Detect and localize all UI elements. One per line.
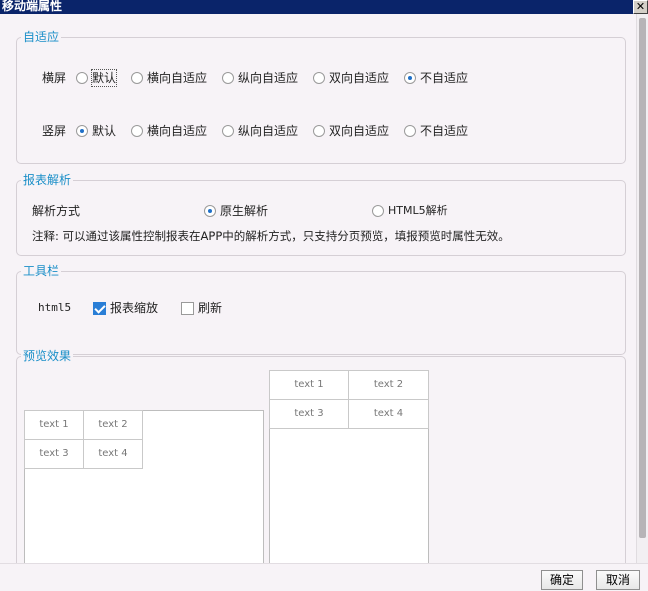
option-label: HTML5解析 bbox=[388, 204, 448, 217]
option-label: 双向自适应 bbox=[329, 71, 390, 85]
radio-circle bbox=[222, 72, 234, 84]
landscape-option-horizontal[interactable]: 横向自适应 bbox=[131, 70, 207, 86]
option-label: 纵向自适应 bbox=[238, 124, 299, 138]
refresh-label: 刷新 bbox=[198, 301, 223, 315]
zoom-checkbox-option[interactable]: 报表缩放 bbox=[93, 300, 158, 316]
radio-circle-selected bbox=[204, 205, 216, 217]
refresh-checkbox-option[interactable]: 刷新 bbox=[181, 300, 222, 316]
preview-cell: text 3 bbox=[269, 399, 349, 429]
radio-circle bbox=[131, 125, 143, 137]
portrait-label: 竖屏 bbox=[42, 124, 67, 138]
zoom-label: 报表缩放 bbox=[110, 301, 159, 315]
option-label: 默认 bbox=[90, 69, 118, 87]
adaptive-group: 自适应 bbox=[16, 29, 626, 164]
checkbox-icon bbox=[181, 301, 194, 315]
portrait-option-none[interactable]: 不自适应 bbox=[404, 123, 468, 139]
parse-method-label: 解析方式 bbox=[32, 204, 81, 218]
option-label: 横向自适应 bbox=[147, 124, 208, 138]
parse-group-title: 报表解析 bbox=[21, 172, 74, 188]
scrollbar-thumb[interactable] bbox=[639, 18, 646, 538]
preview-cell: text 4 bbox=[83, 439, 143, 469]
parse-option-native[interactable]: 原生解析 bbox=[204, 203, 268, 219]
checkbox-checked-icon bbox=[93, 301, 106, 315]
radio-circle bbox=[131, 72, 143, 84]
landscape-label: 横屏 bbox=[42, 71, 67, 85]
window-title: 移动端属性 bbox=[2, 0, 63, 13]
title-bar: 移动端属性 ✕ bbox=[0, 0, 648, 14]
parse-option-html5[interactable]: HTML5解析 bbox=[372, 203, 448, 219]
option-label: 默认 bbox=[92, 124, 117, 138]
parse-note: 注释: 可以通过该属性控制报表在APP中的解析方式，只支持分页预览，填报预览时属… bbox=[32, 229, 510, 243]
vertical-scrollbar[interactable] bbox=[636, 14, 648, 563]
radio-circle bbox=[313, 125, 325, 137]
preview-cell: text 2 bbox=[83, 410, 143, 440]
radio-circle bbox=[222, 125, 234, 137]
landscape-option-default[interactable]: 默认 bbox=[76, 69, 118, 87]
html5-label: html5 bbox=[38, 301, 72, 314]
portrait-option-default[interactable]: 默认 bbox=[76, 123, 116, 139]
radio-circle-selected bbox=[404, 72, 416, 84]
radio-circle bbox=[372, 205, 384, 217]
portrait-option-both[interactable]: 双向自适应 bbox=[313, 123, 389, 139]
portrait-option-horizontal[interactable]: 横向自适应 bbox=[131, 123, 207, 139]
radio-circle bbox=[313, 72, 325, 84]
preview-cell: text 3 bbox=[24, 439, 84, 469]
preview-cell: text 2 bbox=[348, 370, 429, 400]
preview-cell: text 4 bbox=[348, 399, 429, 429]
close-icon[interactable]: ✕ bbox=[633, 0, 648, 14]
parse-group: 报表解析 bbox=[16, 172, 626, 256]
preview-group-title: 预览效果 bbox=[21, 348, 74, 364]
option-label: 不自适应 bbox=[420, 71, 469, 85]
cancel-button[interactable]: 取消 bbox=[596, 570, 640, 590]
dialog-footer: 确定 取消 bbox=[0, 563, 648, 591]
adaptive-group-title: 自适应 bbox=[21, 29, 62, 45]
option-label: 纵向自适应 bbox=[238, 71, 299, 85]
radio-circle bbox=[404, 125, 416, 137]
option-label: 横向自适应 bbox=[147, 71, 208, 85]
preview-cell: text 1 bbox=[24, 410, 84, 440]
option-label: 双向自适应 bbox=[329, 124, 390, 138]
landscape-option-both[interactable]: 双向自适应 bbox=[313, 70, 389, 86]
portrait-option-vertical[interactable]: 纵向自适应 bbox=[222, 123, 298, 139]
preview-cell: text 1 bbox=[269, 370, 349, 400]
landscape-option-none[interactable]: 不自适应 bbox=[404, 70, 468, 86]
landscape-option-vertical[interactable]: 纵向自适应 bbox=[222, 70, 298, 86]
option-label: 原生解析 bbox=[220, 204, 269, 218]
ok-button[interactable]: 确定 bbox=[541, 570, 583, 590]
option-label: 不自适应 bbox=[420, 124, 469, 138]
radio-circle-selected bbox=[76, 125, 88, 137]
toolbar-group-title: 工具栏 bbox=[21, 263, 62, 279]
radio-circle bbox=[76, 72, 88, 84]
dialog-content: 自适应 横屏 默认 横向自适应 纵向自适应 双向自适应 不自适应 竖屏 默认 横… bbox=[0, 14, 636, 563]
